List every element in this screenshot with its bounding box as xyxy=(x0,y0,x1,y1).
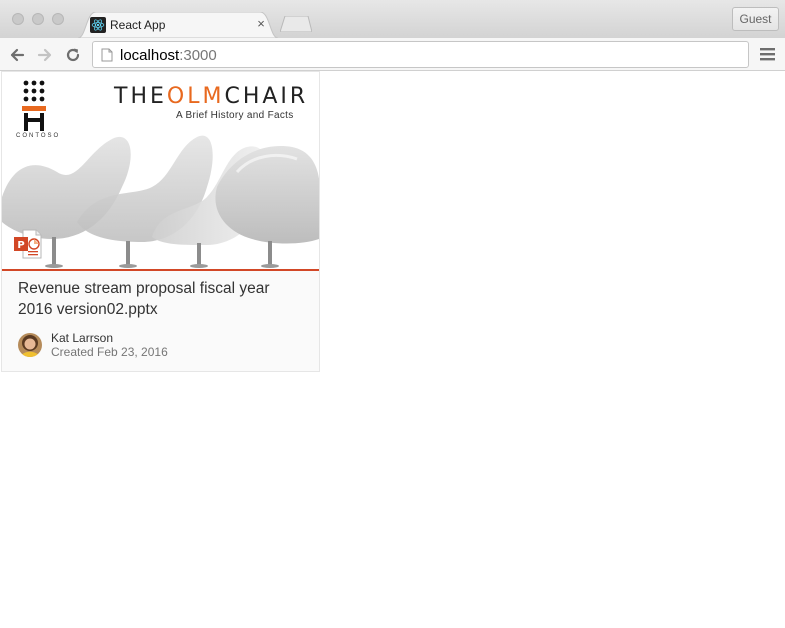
contoso-logo-icon xyxy=(22,80,46,131)
url-port: :3000 xyxy=(179,47,217,64)
svg-text:P: P xyxy=(17,240,24,251)
maximize-window-button[interactable] xyxy=(52,13,64,25)
chairs-illustration xyxy=(2,135,319,268)
back-arrow-icon[interactable] xyxy=(8,46,26,64)
guest-profile-button[interactable]: Guest xyxy=(732,7,779,31)
url-host: localhost xyxy=(120,47,180,64)
brand-suffix: CHAIR xyxy=(224,84,309,109)
avatar xyxy=(18,333,42,357)
preview-accent-line xyxy=(2,269,319,271)
url-text: localhost:3000 xyxy=(120,47,217,64)
page-icon xyxy=(101,48,113,62)
author-name[interactable]: Kat Larrson xyxy=(51,331,113,345)
new-tab-button[interactable] xyxy=(280,16,312,32)
minimize-window-button[interactable] xyxy=(32,13,44,25)
brand-prefix: THE xyxy=(114,84,167,109)
forward-arrow-icon[interactable] xyxy=(36,46,54,64)
close-icon[interactable]: × xyxy=(254,16,268,31)
preview-tagline: A Brief History and Facts xyxy=(176,110,294,121)
reload-icon[interactable] xyxy=(64,46,82,64)
browser-titlebar: React App × Guest xyxy=(0,0,785,38)
preview-brand-title: THEOLMCHAIR xyxy=(114,84,308,109)
tab-react-app[interactable]: React App × xyxy=(78,12,278,38)
document-preview[interactable]: CONTOSO THEOLMCHAIR A Brief History and … xyxy=(2,72,319,269)
tab-title: React App xyxy=(110,18,166,32)
brand-accent: OLM xyxy=(166,84,225,109)
address-bar[interactable]: localhost:3000 xyxy=(92,41,749,68)
react-icon xyxy=(90,17,106,33)
document-title[interactable]: Revenue stream proposal fiscal year 2016… xyxy=(18,278,308,320)
powerpoint-icon: P xyxy=(14,229,42,259)
hamburger-menu-icon[interactable] xyxy=(760,47,775,61)
browser-toolbar: localhost:3000 xyxy=(0,38,785,71)
tab-shape xyxy=(78,12,278,38)
close-window-button[interactable] xyxy=(12,13,24,25)
document-card[interactable]: CONTOSO THEOLMCHAIR A Brief History and … xyxy=(1,71,320,372)
created-date: Created Feb 23, 2016 xyxy=(51,345,168,359)
